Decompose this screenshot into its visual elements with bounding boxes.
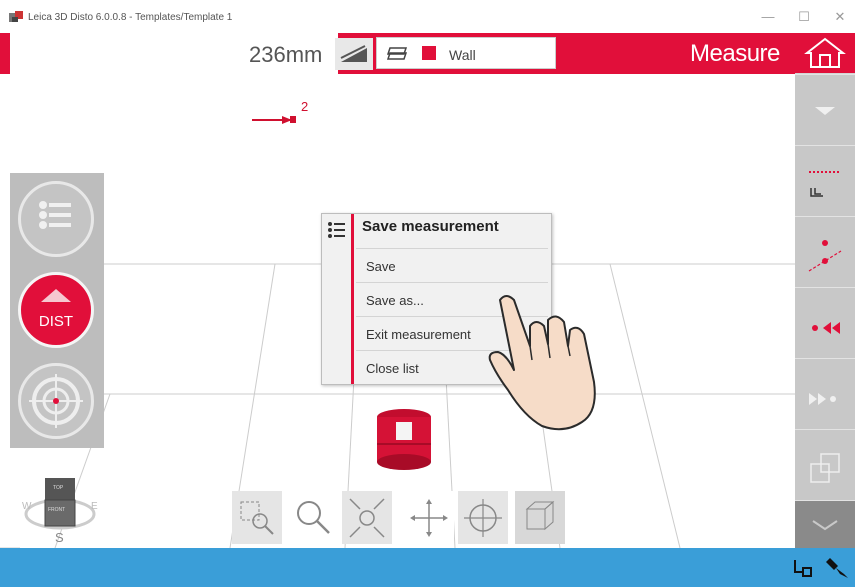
layer-color-swatch [422,46,436,60]
cube-front-label: FRONT [48,507,66,513]
rewind-icon [812,322,840,334]
dist-label: DIST [38,313,74,330]
laser-pointer-icon [826,558,848,578]
fast-forward-icon [809,393,836,405]
target-button[interactable] [18,363,94,439]
compass-south: S [55,530,64,545]
pan-button[interactable] [404,491,454,544]
power-plug-icon [794,560,812,577]
view-cube-button[interactable] [515,491,565,544]
zoom-button[interactable] [287,491,337,544]
dist-button[interactable]: DIST [18,272,94,348]
orbit-button[interactable] [458,491,508,544]
height-measure-icon [809,171,841,197]
point-to-point-button[interactable] [795,216,855,287]
cube-top-label: TOP [53,485,64,491]
view-cube-icon [525,500,555,531]
list-icon [39,201,71,229]
zoom-extents-button[interactable] [342,491,392,544]
orbit-icon [464,499,502,537]
zoom-icon [297,501,330,534]
pan-icon [410,499,448,537]
point-label: 2 [301,99,309,114]
slope-icon[interactable] [335,38,373,70]
status-bar [0,548,855,587]
layer-icon [386,47,408,60]
target-icon [29,374,83,428]
select-zoom-icon [240,501,274,535]
grid-view-button[interactable] [795,429,855,500]
menu-item-save[interactable]: Save [356,248,548,278]
arrow-up-icon [41,289,71,302]
close-button[interactable]: ✕ [830,9,850,25]
app-icon [9,11,23,22]
menu-accent-bar [351,214,354,384]
collapse-button[interactable] [795,500,855,548]
height-tracking-button[interactable] [795,145,855,216]
home-icon [804,37,846,68]
point-to-point-icon [808,240,842,272]
compass-east: E [91,501,98,512]
list-icon [328,222,345,238]
target-object [377,409,431,470]
hand-pointer-icon [488,295,596,431]
list-button[interactable] [18,181,94,257]
next-point-button[interactable] [795,358,855,429]
window-title: Leica 3D Disto 6.0.0.8 - Templates/Templ… [28,12,233,23]
chevron-down-icon [815,107,835,115]
expand-button[interactable] [795,74,855,145]
grid-icon [810,453,840,483]
previous-point-button[interactable] [795,287,855,358]
menu-title: Save measurement [362,218,499,235]
minimize-button[interactable]: — [758,9,778,24]
chevron-down-icon [812,520,838,531]
select-zoom-button[interactable] [232,491,282,544]
zoom-extents-icon [349,498,385,538]
measurement-value: 236mm [249,42,323,67]
compass-west: W [22,501,32,512]
home-button[interactable] [795,33,855,73]
maximize-button[interactable]: ☐ [794,9,814,25]
layer-name: Wall [449,47,476,63]
mode-title: Measure [690,40,780,67]
